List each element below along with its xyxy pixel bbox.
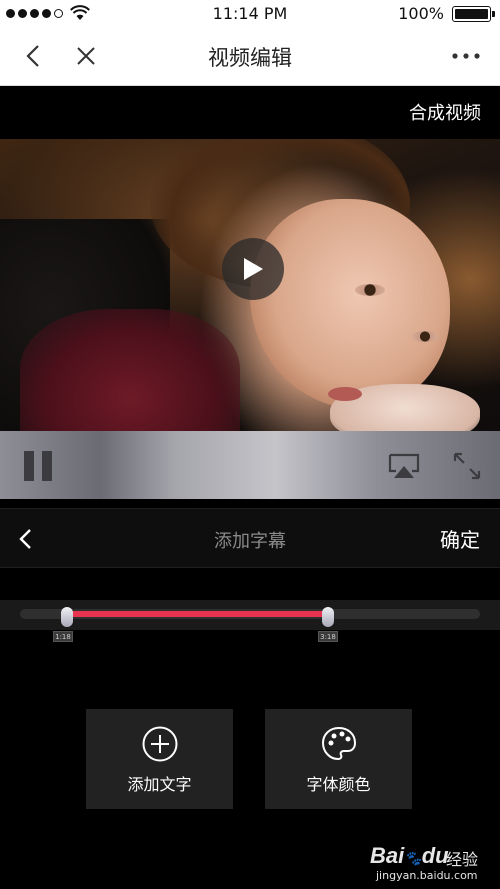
watermark-url: jingyan.baidu.com — [376, 869, 478, 882]
video-preview[interactable] — [0, 139, 500, 431]
more-dots-icon[interactable] — [450, 46, 482, 66]
compose-video-button[interactable]: 合成视频 — [409, 99, 481, 125]
close-icon[interactable] — [72, 42, 100, 70]
video-control-bar — [0, 431, 500, 499]
video-scene-sweater — [20, 309, 240, 431]
pause-icon[interactable] — [24, 451, 52, 481]
video-scene-lips — [328, 387, 362, 401]
timeline-start-label: 1:18 — [53, 631, 73, 642]
video-scene-eye — [412, 331, 438, 342]
airplay-icon[interactable] — [388, 453, 420, 479]
play-icon — [244, 258, 263, 280]
add-circle-icon — [142, 726, 177, 762]
battery-percentage: 100% — [398, 4, 444, 23]
fullscreen-icon[interactable] — [452, 451, 482, 481]
timeline-selected-range — [66, 611, 328, 617]
baidu-jingyan-watermark: Bai🐾du 经验 jingyan.baidu.com — [370, 837, 480, 883]
battery-icon — [452, 6, 495, 22]
subtitle-panel-header: 添加字幕 确定 — [0, 508, 500, 568]
watermark-cn: 经验 — [446, 850, 479, 869]
timeline-end-handle[interactable] — [322, 607, 334, 627]
add-text-label: 添加文字 — [127, 775, 192, 794]
video-scene-eye — [355, 284, 385, 296]
confirm-button[interactable]: 确定 — [440, 524, 480, 553]
font-color-button[interactable]: 字体颜色 — [265, 709, 412, 809]
chevron-left-icon[interactable] — [14, 527, 38, 551]
nav-bar: 视频编辑 — [0, 28, 500, 86]
add-text-button[interactable]: 添加文字 — [86, 709, 233, 809]
timeline-track-container — [0, 600, 500, 630]
timeline-end-label: 3:18 — [318, 631, 338, 642]
play-button[interactable] — [222, 238, 284, 300]
palette-icon — [321, 726, 356, 761]
font-color-label: 字体颜色 — [306, 775, 371, 794]
watermark-brand: Bai🐾du — [370, 843, 449, 868]
back-chevron-icon[interactable] — [20, 42, 48, 70]
subtitle-panel-title: 添加字幕 — [214, 531, 286, 552]
video-scene-face — [250, 199, 450, 409]
timeline-start-handle[interactable] — [61, 607, 73, 627]
status-bar: 11:14 PM 100% — [0, 0, 500, 28]
